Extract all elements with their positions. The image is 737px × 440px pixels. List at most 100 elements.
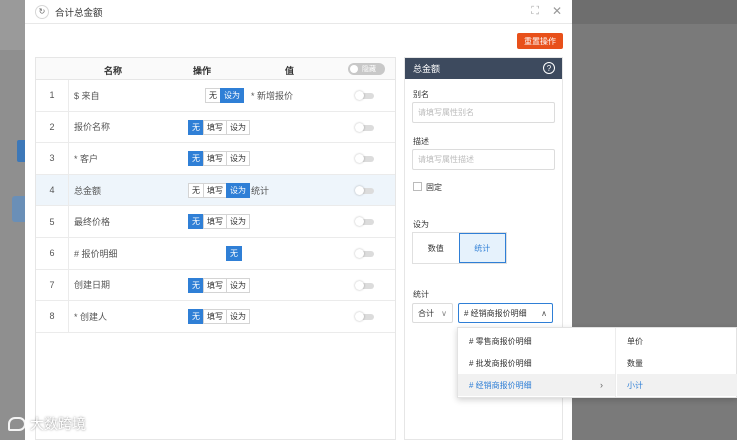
row-action-group: 无填写 设为 [188,151,250,167]
stat-field-select[interactable]: # 经销商报价明细 ∧ [458,303,553,323]
cascader-option-label: # 批发商报价明细 [469,358,532,368]
row-action-group: 无填写 设为 [188,182,250,198]
row-action-option[interactable]: 设为 [226,277,250,293]
row-toggle[interactable] [355,280,374,290]
row-action-group: 无填写 设为 [188,309,250,325]
row-action-group: 无填写 设为 [188,277,250,293]
table-row[interactable]: 3 * 客户 无填写 设为 [36,143,395,175]
toggle-knob [355,122,364,132]
row-toggle[interactable] [355,312,374,322]
row-toggle[interactable] [355,122,374,132]
row-action-option[interactable]: 无 [205,88,221,103]
description-input[interactable]: 请填写属性描述 [412,149,555,170]
setas-option-stat[interactable]: 统计 [458,233,506,263]
table-row[interactable]: 4 总金额 无填写 设为 统计 [36,174,395,207]
row-action-option[interactable]: 无 [188,119,204,135]
cascader-column-2: 单价 数量 小计 [617,328,737,397]
cascader-option[interactable]: # 经销商报价明细 › [458,374,615,396]
row-toggle[interactable] [355,154,374,164]
row-action-option[interactable]: 填写 [203,182,227,198]
cascader-sub-option[interactable]: 小计 [617,374,737,396]
alias-input[interactable]: 请填写属性别名 [412,102,555,123]
row-action-option[interactable]: 填写 [203,277,227,293]
row-action-group: 无填写 设为 [188,119,250,135]
alias-label: 别名 [413,90,429,99]
background-tab [12,196,25,222]
table-row[interactable]: 5 最终价格 无填写 设为 [36,206,395,238]
hide-toggle[interactable]: 隐藏 [348,63,385,75]
panel-header: 总金额 ? [405,58,562,79]
panel-title: 总金额 [413,64,441,74]
fixed-label: 固定 [426,183,442,192]
stat-field-value: # 经销商报价明细 [464,308,527,318]
row-toggle[interactable] [355,249,374,258]
table-header: 名称 操作 值 隐藏 [36,58,395,80]
row-number: 5 [36,206,69,237]
row-action-option[interactable]: 填写 [203,309,227,325]
column-header-value: 值 [285,66,295,76]
help-icon[interactable]: ? [543,62,555,74]
row-action-group: 无设为 [205,88,244,103]
row-action-option[interactable]: 无 [188,309,204,325]
row-action-option[interactable]: 无 [188,151,204,167]
refresh-icon[interactable]: ↻ [35,4,49,19]
hide-toggle-label: 隐藏 [362,66,376,73]
background-strip [0,50,25,440]
row-action-option[interactable]: 设为 [226,182,250,198]
row-action-option[interactable]: 设为 [226,309,250,325]
row-action-option[interactable]: 填写 [203,151,227,167]
row-action-option[interactable]: 填写 [203,214,227,230]
row-action-option[interactable]: 设为 [220,88,244,103]
row-number: 6 [36,238,69,269]
cascader-sub-option[interactable]: 数量 [617,352,737,374]
row-action-option[interactable]: 无 [188,214,204,230]
row-action-option[interactable]: 设为 [226,119,250,135]
row-action-option[interactable]: 无 [188,277,204,293]
expand-icon[interactable]: ⛶ [531,5,539,18]
setas-options: 数值 统计 [412,232,507,264]
cascader-dropdown: # 零售商报价明细 # 批发商报价明细 # 经销商报价明细 › 单价 数量 小计 [457,327,737,398]
stat-function-select[interactable]: 合计 ∨ [412,303,453,323]
watermark-text: 大数跨境 [30,416,86,432]
row-toggle[interactable] [355,185,374,195]
table-row[interactable]: 1 $ 来自 无设为 * 新增报价 [36,80,395,112]
row-name: 创建日期 [74,280,111,291]
table-row[interactable]: 8 * 创建人 无填写 设为 [36,301,395,333]
row-action-option[interactable]: 设为 [226,151,250,167]
row-action-option[interactable]: 填写 [203,119,227,135]
field-table: 名称 操作 值 隐藏 1 $ 来自无设为 * 新增报价 2 报价名称无填写 设为 3 * 客户… [35,57,396,440]
setas-option-value[interactable]: 数值 [413,233,459,263]
toggle-knob [355,312,364,322]
row-number: 2 [36,111,69,143]
table-row[interactable]: 6 # 报价明细 无 [36,238,395,270]
cascader-sub-option[interactable]: 单价 [617,330,737,352]
watermark-logo-icon [8,417,26,431]
row-name: 总金额 [74,185,102,196]
table-row[interactable]: 2 报价名称 无填写 设为 [36,111,395,144]
background-tab [17,140,25,162]
row-name: 最终价格 [74,217,111,228]
cascader-option-label: # 零售商报价明细 [469,336,532,346]
row-number: 3 [36,143,69,174]
row-name: * 客户 [74,153,99,164]
close-icon[interactable]: ✕ [552,4,562,18]
cascader-option[interactable]: # 零售商报价明细 [458,330,615,352]
row-action-option[interactable]: 设为 [226,214,250,230]
row-action-option[interactable]: 无 [188,182,204,198]
setas-label: 设为 [413,220,429,229]
row-name: * 创建人 [74,311,108,322]
reset-button[interactable]: 重置操作 [517,33,563,49]
row-name: 报价名称 [74,122,111,133]
row-number: 8 [36,301,69,332]
watermark: 大数跨境 [8,414,86,434]
row-toggle[interactable] [355,91,374,100]
row-name: # 报价明细 [74,248,118,259]
description-label: 描述 [413,137,429,146]
cascader-option[interactable]: # 批发商报价明细 [458,352,615,374]
column-header-action: 操作 [193,66,212,76]
row-toggle[interactable] [355,217,374,227]
row-number: 7 [36,269,69,301]
row-action-option[interactable]: 无 [226,246,242,261]
fixed-checkbox[interactable] [413,182,422,191]
table-row[interactable]: 7 创建日期 无填写 设为 [36,269,395,302]
